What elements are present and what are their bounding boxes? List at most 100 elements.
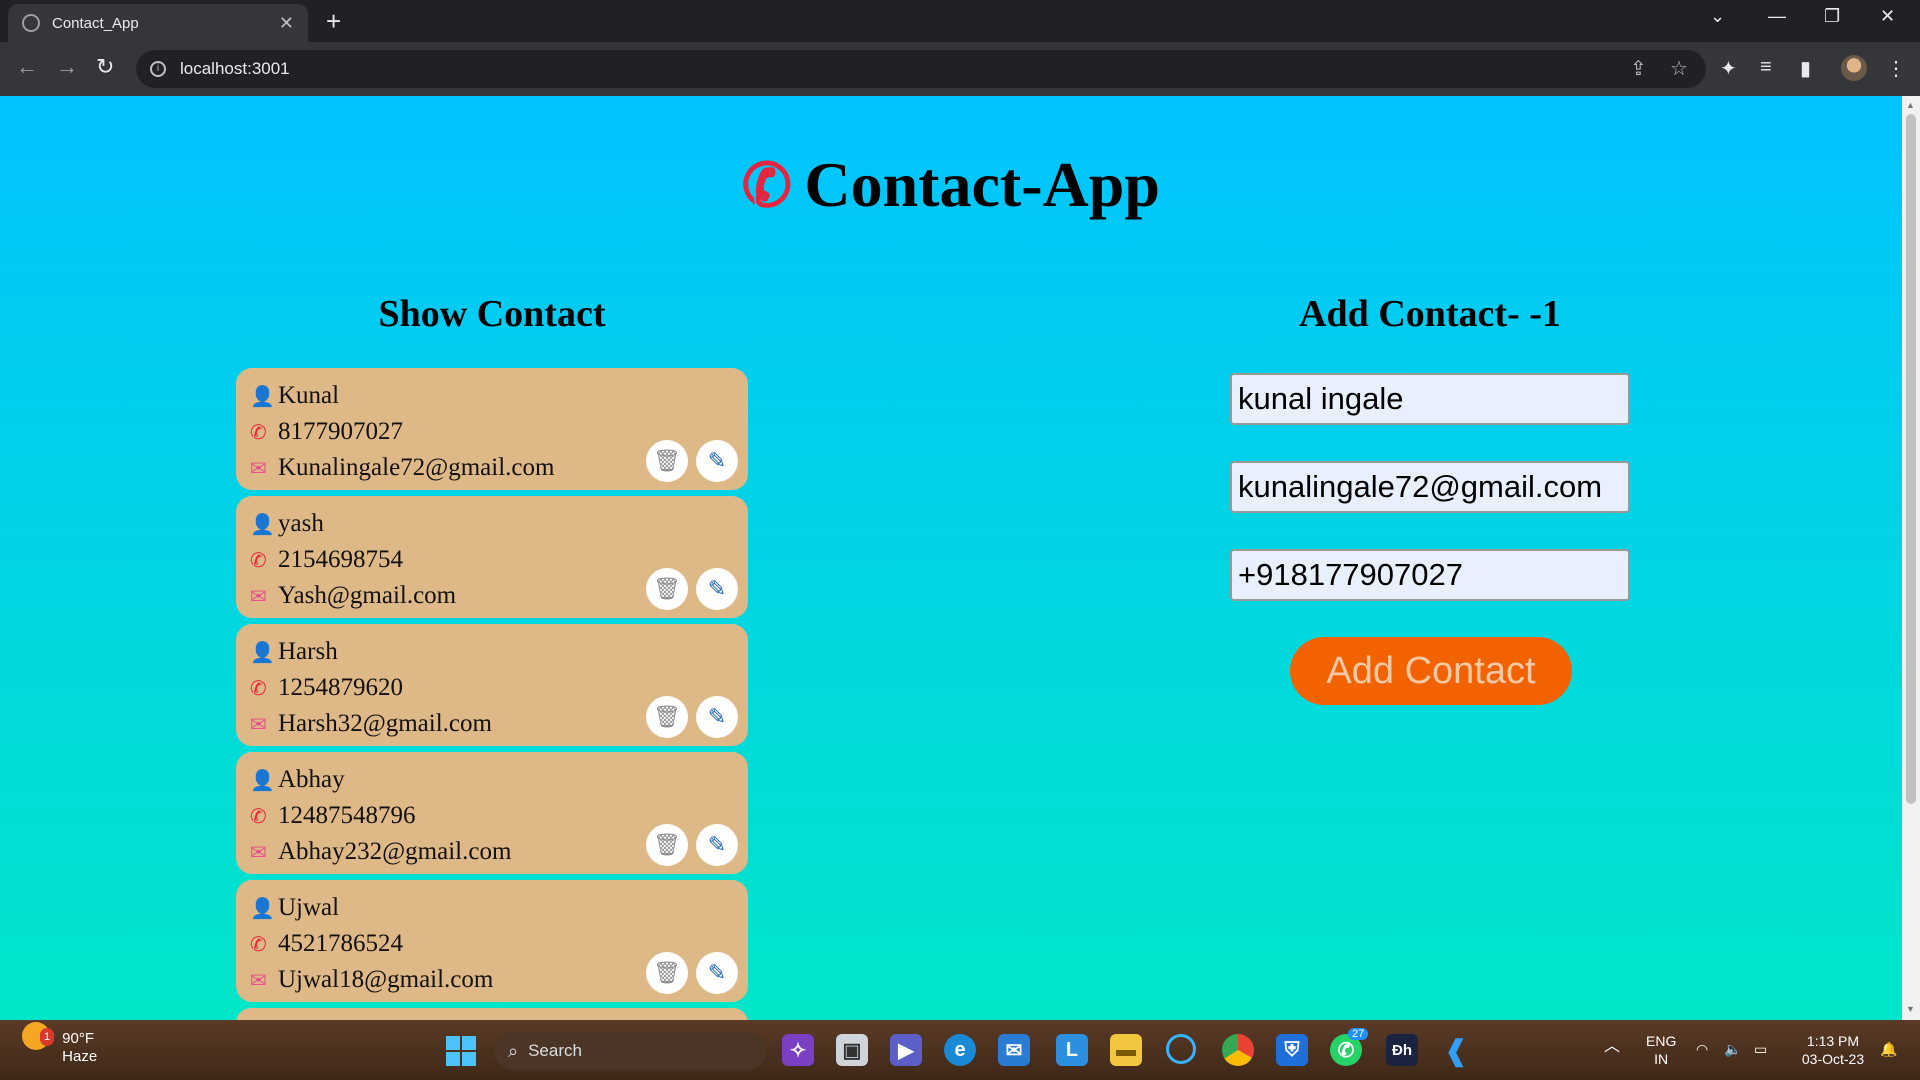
person-icon: 👤: [250, 769, 275, 792]
contact-email: Ujwal18@gmail.com: [278, 966, 494, 993]
person-icon: 👤: [250, 897, 275, 920]
delete-button[interactable]: 🗑: [646, 440, 688, 482]
scroll-down-icon[interactable]: ▼: [1906, 1004, 1915, 1014]
weather-condition: Haze: [62, 1048, 98, 1065]
teams-icon[interactable]: ▶: [890, 1034, 922, 1066]
forward-icon[interactable]: →: [56, 54, 78, 80]
vscode-icon[interactable]: ❰: [1440, 1034, 1472, 1066]
person-icon: 👤: [250, 641, 275, 664]
address-bar[interactable]: i localhost:3001 ⇪ ☆: [136, 50, 1706, 88]
chrome-icon[interactable]: [1222, 1034, 1254, 1066]
trash-icon: 🗑: [653, 704, 681, 729]
share-icon[interactable]: ⇪: [1630, 50, 1647, 88]
new-tab-button[interactable]: +: [326, 6, 341, 37]
telephone-receiver-icon: ✆: [736, 149, 798, 223]
task-view-icon[interactable]: ▣: [836, 1034, 868, 1066]
edit-button[interactable]: ✎: [696, 952, 738, 994]
wifi-icon[interactable]: ◠: [1696, 1040, 1708, 1058]
contact-phone: 2154698754: [278, 546, 403, 573]
person-icon: 👤: [250, 385, 275, 408]
l-app-icon[interactable]: L: [1056, 1034, 1088, 1066]
file-explorer-icon[interactable]: ▬: [1110, 1034, 1142, 1066]
contact-name: Abhay: [278, 766, 345, 793]
browser-menu-icon[interactable]: ⋮: [1886, 56, 1906, 81]
mail-icon: ✉: [250, 841, 267, 864]
contact-card: 👤 Kunal ✆ 8177907027 ✉ Kunalingale72@gmail.…: [236, 368, 748, 490]
contact-list: 👤 Kunal ✆ 8177907027 ✉ Kunalingale72@gmail.…: [236, 368, 748, 1020]
contact-card: 👤 Ujwal ✆ 4521786524 ✉ Ujwal18@gmail.com 🗑 …: [236, 880, 748, 1002]
browser-tabstrip: Contact_App ✕ + ⌄ — ❐ ✕: [0, 0, 1920, 42]
language-indicator[interactable]: ENG IN: [1646, 1032, 1676, 1068]
delete-button[interactable]: 🗑: [646, 696, 688, 738]
delete-button[interactable]: 🗑: [646, 952, 688, 994]
defender-shield-icon[interactable]: ⛨: [1276, 1034, 1308, 1066]
page-scrollbar[interactable]: ▲ ▼: [1902, 96, 1920, 1020]
chevron-up-icon[interactable]: ︿: [1604, 1038, 1620, 1056]
weather-widget[interactable]: 90°F Haze 1: [22, 1022, 98, 1066]
whatsapp-badge: 27: [1348, 1028, 1369, 1040]
battery-icon[interactable]: ▭: [1754, 1040, 1767, 1058]
name-input[interactable]: kunal ingale: [1230, 373, 1630, 425]
weather-temperature: 90°F: [62, 1030, 95, 1047]
add-contact-button[interactable]: Add Contact: [1290, 637, 1572, 705]
delete-button[interactable]: 🗑: [646, 568, 688, 610]
phone-icon: ✆: [250, 933, 267, 956]
tab-title: Contact_App: [52, 14, 139, 32]
restore-icon[interactable]: ❐: [1824, 6, 1840, 27]
volume-icon[interactable]: 🔈: [1724, 1040, 1741, 1058]
pencil-icon: ✎: [707, 832, 727, 857]
cortana-icon[interactable]: [1166, 1034, 1196, 1064]
phone-icon: ✆: [250, 549, 267, 572]
contact-phone: 4521786524: [278, 930, 403, 957]
add-contact-form: kunal ingale kunalingale72@gmail.com +91…: [1230, 373, 1630, 705]
windows-start-icon[interactable]: [446, 1036, 476, 1066]
url-text: localhost:3001: [180, 59, 290, 78]
phone-input[interactable]: +918177907027: [1230, 549, 1630, 601]
reload-icon[interactable]: ↻: [96, 54, 114, 80]
search-icon: ⌕: [508, 1040, 519, 1061]
show-contact-heading: Show Contact: [378, 293, 606, 335]
contact-card: 👤 Harsh ✆ 1254879620 ✉ Harsh32@gmail.com 🗑 …: [236, 624, 748, 746]
contact-phone: 8177907027: [278, 418, 403, 445]
side-panel-icon[interactable]: ▮: [1800, 56, 1811, 81]
extensions-icon[interactable]: ✦: [1720, 56, 1737, 81]
edge-icon[interactable]: e: [944, 1034, 976, 1066]
contact-card-partial: [236, 1008, 748, 1020]
pencil-icon: ✎: [707, 576, 727, 601]
scroll-up-icon[interactable]: ▲: [1906, 100, 1915, 110]
media-control-icon[interactable]: ≡: [1760, 56, 1772, 79]
pencil-icon: ✎: [707, 448, 727, 473]
scrollbar-thumb[interactable]: [1906, 114, 1916, 804]
contact-email: Abhay232@gmail.com: [278, 838, 512, 865]
close-tab-icon[interactable]: ✕: [279, 13, 294, 34]
contact-phone: 12487548796: [278, 802, 416, 829]
trash-icon: 🗑: [653, 832, 681, 857]
window-close-icon[interactable]: ✕: [1880, 6, 1895, 27]
browser-tab[interactable]: Contact_App ✕: [8, 4, 308, 42]
trash-icon: 🗑: [653, 576, 681, 601]
weather-badge: 1: [40, 1028, 55, 1046]
edit-button[interactable]: ✎: [696, 696, 738, 738]
contact-email: Kunalingale72@gmail.com: [278, 454, 555, 481]
mail-app-icon[interactable]: ✉: [998, 1034, 1030, 1066]
tab-search-icon[interactable]: ⌄: [1710, 6, 1725, 27]
edit-button[interactable]: ✎: [696, 440, 738, 482]
taskbar-search[interactable]: ⌕ Search: [494, 1032, 766, 1070]
edit-button[interactable]: ✎: [696, 824, 738, 866]
copilot-icon[interactable]: ✧: [782, 1034, 814, 1066]
site-info-icon[interactable]: i: [150, 61, 166, 77]
bookmark-star-icon[interactable]: ☆: [1670, 50, 1688, 88]
phone-icon: ✆: [250, 677, 267, 700]
minimize-icon[interactable]: —: [1768, 6, 1786, 27]
edit-button[interactable]: ✎: [696, 568, 738, 610]
delete-button[interactable]: 🗑: [646, 824, 688, 866]
contact-name: Ujwal: [278, 894, 340, 921]
back-icon[interactable]: ←: [16, 54, 38, 80]
dh-app-icon[interactable]: Ðh: [1386, 1034, 1418, 1066]
phone-icon: ✆: [250, 421, 267, 444]
notification-bell-icon[interactable]: 🔔: [1880, 1040, 1897, 1058]
clock[interactable]: 1:13 PM 03-Oct-23: [1794, 1032, 1872, 1068]
mail-icon: ✉: [250, 585, 267, 608]
email-input[interactable]: kunalingale72@gmail.com: [1230, 461, 1630, 513]
profile-avatar[interactable]: [1841, 55, 1867, 81]
